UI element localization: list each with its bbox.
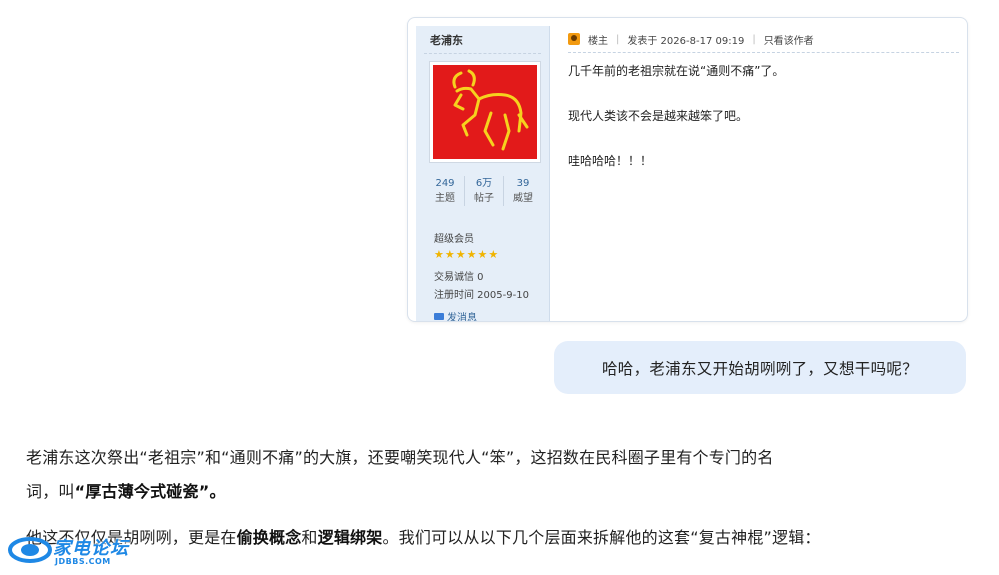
post-line: 哇哈哈哈！！！	[568, 154, 653, 168]
text-span: 词，叫	[26, 482, 75, 501]
stat-reputation-label: 威望	[513, 193, 533, 204]
post-header: 楼主 | 发表于 2026-8-17 09:19 | 只看该作者	[568, 26, 959, 53]
stat-posts[interactable]: 6万 帖子	[464, 176, 503, 206]
send-message-link[interactable]: 发消息	[434, 309, 477, 322]
stat-threads-value: 249	[435, 178, 455, 189]
separator: |	[752, 33, 756, 45]
author-sidebar: 老浦东 249 主题 6万 帖子 39 威望 超级会员 ★ ★ ★ ★ ★ ★ …	[416, 26, 550, 321]
avatar[interactable]	[430, 62, 540, 162]
forum-post-card: 老浦东 249 主题 6万 帖子 39 威望 超级会员 ★ ★ ★ ★ ★ ★ …	[407, 17, 968, 322]
post-line: 现代人类该不会是越来越笨了吧。	[568, 109, 749, 123]
answer-paragraph-2: 他这不仅仅是胡咧咧，更是在偷换概念和逻辑绑架。我们可以从以下几个层面来拆解他的这…	[26, 521, 976, 555]
author-name[interactable]: 老浦东	[430, 32, 463, 48]
stat-posts-label: 帖子	[474, 193, 494, 204]
owner-icon	[568, 33, 580, 45]
bold-term: 逻辑绑架	[317, 528, 383, 547]
user-message-text: 哈哈，老浦东又开始胡咧咧了，又想干吗呢？	[601, 359, 918, 378]
rank-stars: ★ ★ ★ ★ ★ ★	[434, 249, 498, 260]
text-span: 和	[301, 528, 318, 547]
envelope-icon	[434, 313, 444, 320]
register-date: 注册时间 2005-9-10	[434, 290, 529, 301]
star-icon: ★	[455, 248, 466, 261]
star-icon: ★	[477, 248, 488, 261]
send-message-label: 发消息	[447, 313, 477, 322]
bull-logo-icon	[433, 65, 537, 159]
answer-line: 老浦东这次祭出“老祖宗”和“通则不痛”的大旗，还要嘲笑现代人“笨”，这招数在民科…	[26, 448, 774, 467]
stat-threads-label: 主题	[435, 193, 455, 204]
divider	[424, 53, 541, 54]
bold-term: “厚古薄今式碰瓷”	[74, 482, 210, 501]
swirl-logo-icon	[8, 537, 52, 563]
star-icon: ★	[466, 248, 477, 261]
author-stats: 249 主题 6万 帖子 39 威望	[426, 176, 542, 206]
user-message-bubble: 哈哈，老浦东又开始胡咧咧了，又想干吗呢？	[554, 341, 966, 394]
stat-reputation[interactable]: 39 威望	[503, 176, 542, 206]
bold-term: 偷换概念	[236, 528, 302, 547]
only-author-link[interactable]: 只看该作者	[764, 32, 814, 47]
answer-line: 词，叫“厚古薄今式碰瓷”。	[26, 475, 976, 509]
stat-reputation-value: 39	[516, 178, 530, 189]
watermark-logo: 家电论坛 JDBBS.COM	[7, 530, 132, 570]
post-line: 几千年前的老祖宗就在说“通则不痛”了。	[568, 64, 785, 78]
stat-posts-value: 6万	[475, 178, 493, 189]
owner-label: 楼主	[588, 35, 608, 47]
user-group[interactable]: 超级会员	[434, 230, 474, 245]
separator: |	[616, 33, 620, 45]
star-icon: ★	[488, 248, 499, 261]
star-icon: ★	[434, 248, 444, 261]
text-span: 。	[209, 482, 226, 501]
answer-paragraph-1: 老浦东这次祭出“老祖宗”和“通则不痛”的大旗，还要嘲笑现代人“笨”，这招数在民科…	[26, 441, 976, 509]
post-time: 发表于 2026-8-17 09:19	[627, 35, 745, 47]
star-icon: ★	[444, 248, 455, 261]
stat-threads[interactable]: 249 主题	[426, 176, 464, 206]
text-span: 。我们可以从以下几个层面来拆解他的这套“复古神棍”逻辑：	[382, 528, 821, 547]
trade-credit: 交易诚信 0	[434, 272, 484, 283]
post-content: 几千年前的老祖宗就在说“通则不痛”了。 现代人类该不会是越来越笨了吧。 哇哈哈哈…	[568, 63, 784, 198]
watermark-url: JDBBS.COM	[55, 557, 111, 566]
